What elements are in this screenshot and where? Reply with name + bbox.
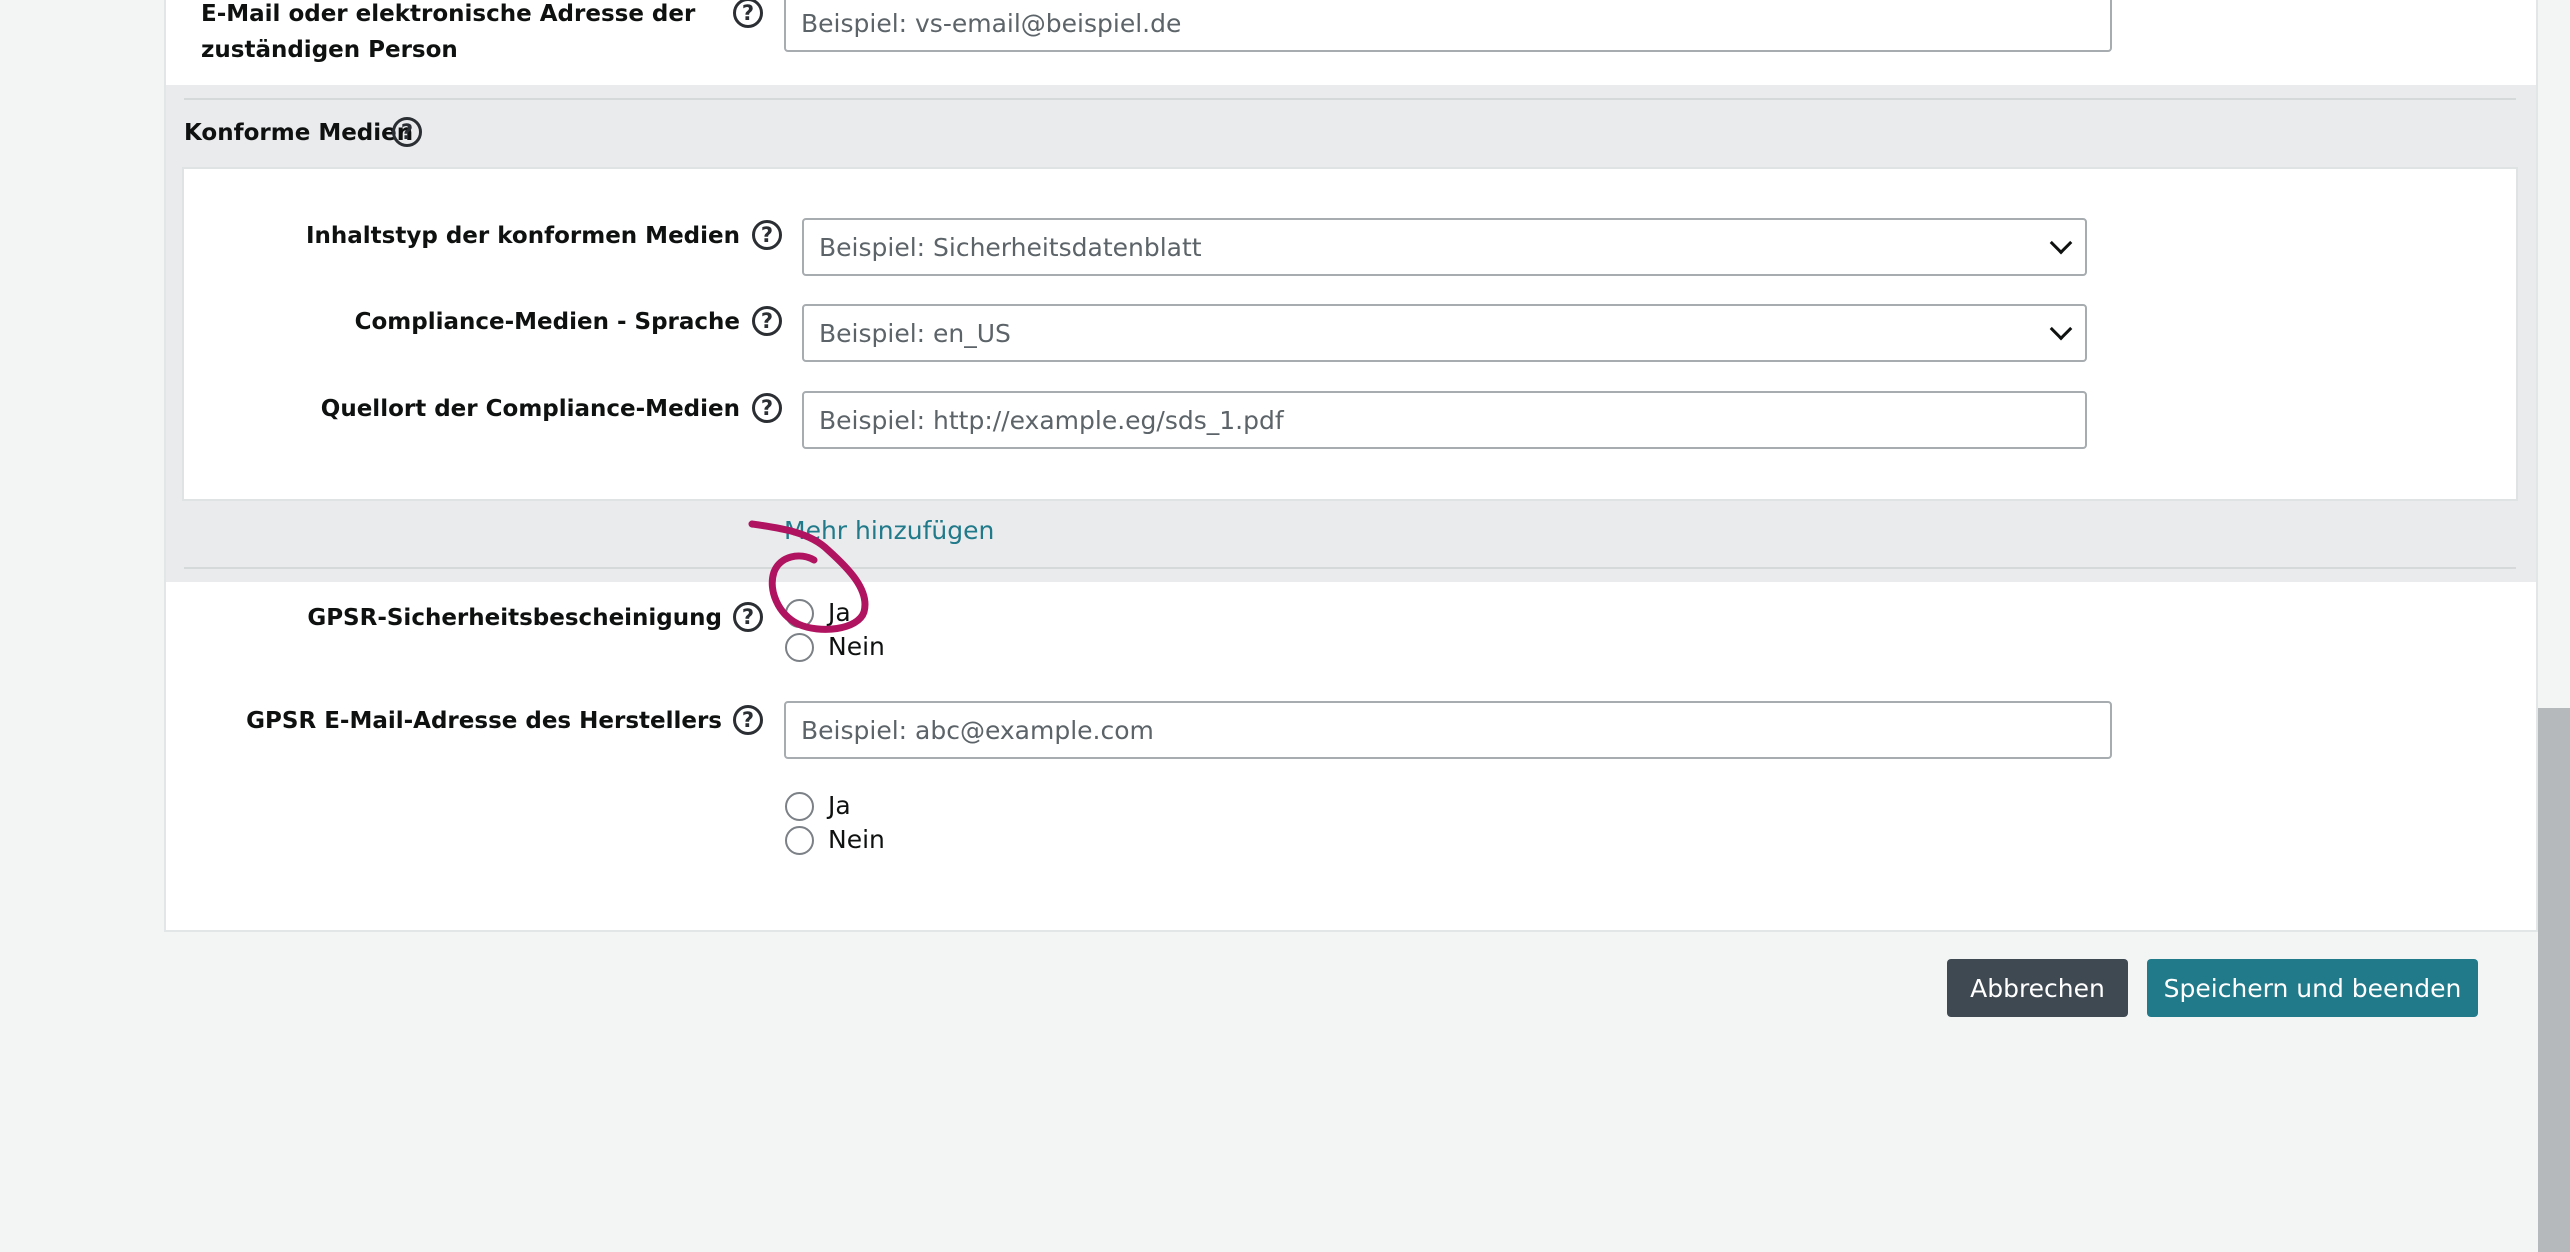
content-type-select[interactable]: Beispiel: Sicherheitsdatenblatt — [802, 218, 2087, 276]
content-type-value: Beispiel: Sicherheitsdatenblatt — [819, 232, 1202, 262]
scrollbar-thumb[interactable] — [2538, 708, 2570, 1252]
gpsr-email-label: GPSR E-Mail-Adresse des Herstellers — [246, 708, 722, 734]
save-and-exit-button[interactable]: Speichern und beenden — [2147, 959, 2478, 1017]
help-icon[interactable]: ? — [752, 306, 782, 336]
help-icon[interactable]: ? — [752, 220, 782, 250]
help-icon[interactable]: ? — [733, 705, 763, 735]
gpsr-certificate-label: GPSR-Sicherheitsbescheinigung — [307, 605, 722, 631]
annotation-scribble — [748, 520, 869, 633]
section-divider — [184, 98, 2516, 100]
email-input[interactable] — [784, 0, 2112, 52]
gpsr-email-no-label[interactable]: Nein — [828, 824, 885, 856]
cancel-button[interactable]: Abbrechen — [1947, 959, 2128, 1017]
gpsr-email-input[interactable] — [784, 701, 2112, 759]
annotation-stroke — [748, 520, 869, 633]
gpsr-email-no-radio[interactable] — [785, 826, 814, 855]
language-select[interactable]: Beispiel: en_US — [802, 304, 2087, 362]
language-value: Beispiel: en_US — [819, 318, 1011, 348]
language-label: Compliance-Medien - Sprache — [354, 309, 740, 335]
content-type-label: Inhaltstyp der konformen Medien — [305, 223, 740, 249]
help-icon[interactable]: ? — [392, 117, 422, 147]
compliance-media-title: Konforme Medien — [184, 120, 414, 146]
gpsr-email-yes-label[interactable]: Ja — [828, 790, 851, 822]
section-divider — [184, 567, 2516, 569]
source-location-input[interactable] — [802, 391, 2087, 449]
email-label: E-Mail oder elektronische Adresse der zu… — [201, 1, 696, 63]
help-icon[interactable]: ? — [752, 393, 782, 423]
source-location-label: Quellort der Compliance-Medien — [320, 396, 740, 422]
gpsr-email-yes-radio[interactable] — [785, 792, 814, 821]
